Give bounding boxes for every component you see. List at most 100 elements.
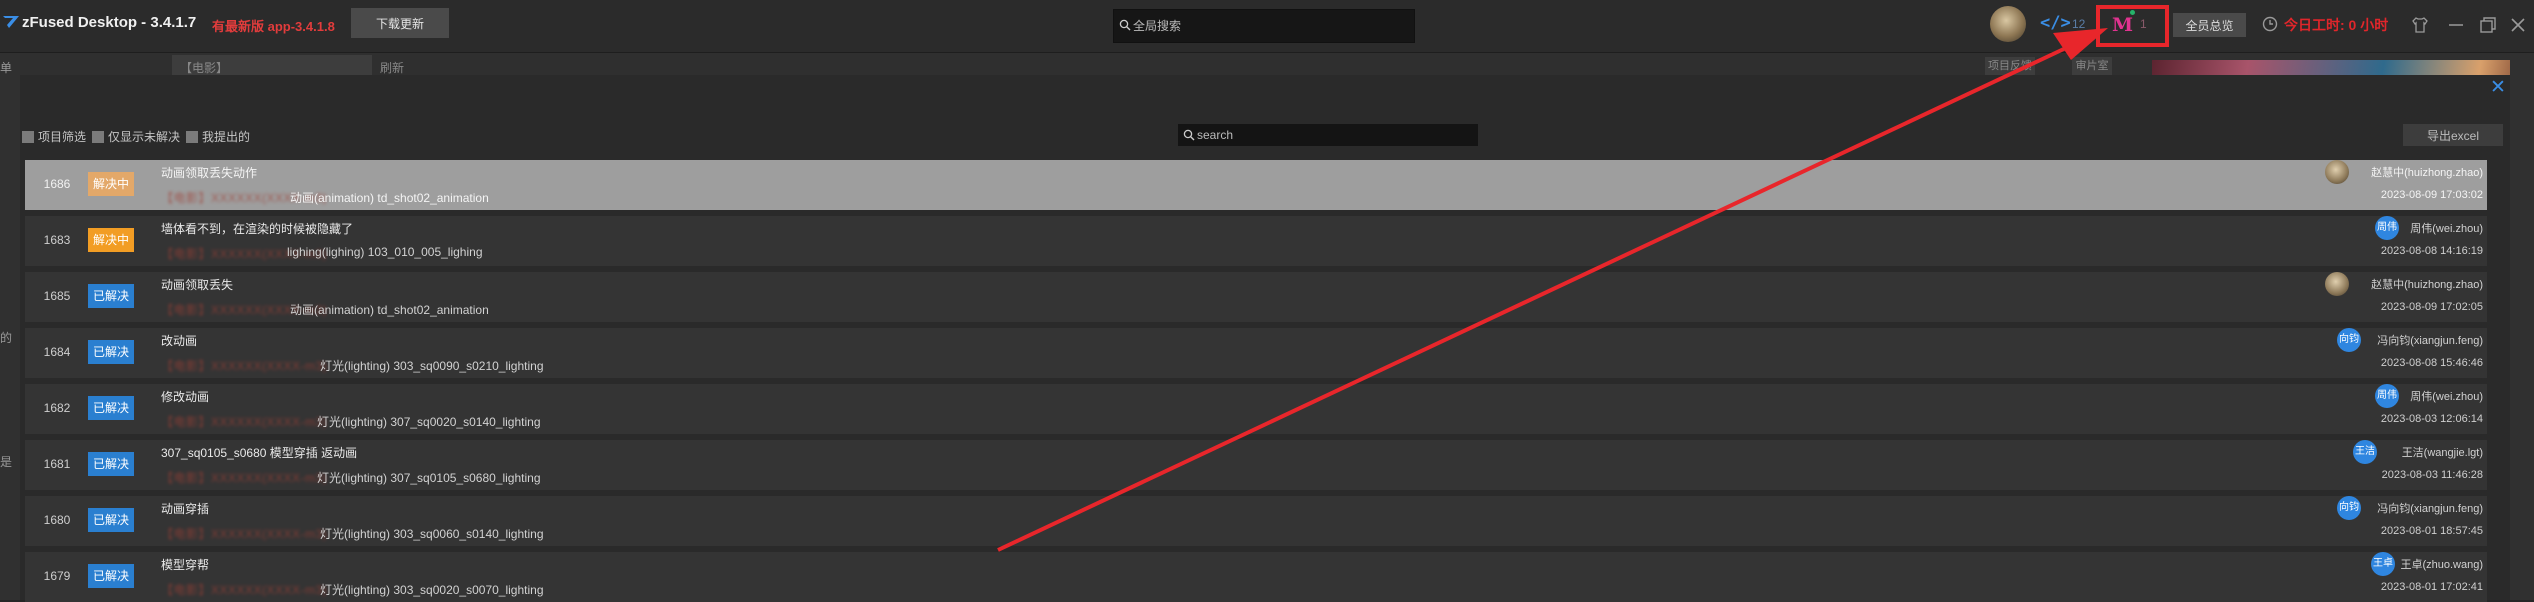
user-avatar: 周伟 <box>2375 216 2399 240</box>
message-count: 1 <box>2140 17 2147 31</box>
background-left-label: 是 <box>0 455 13 469</box>
row-title: 模型穿帮 <box>161 558 210 572</box>
feedback-row[interactable]: 1682 已解决 修改动画 【电影】XXXXXX(XXXX-m3) 灯光(lig… <box>25 384 2487 434</box>
row-id: 1679 <box>43 569 71 583</box>
row-title: 动画领取丢失动作 <box>161 166 258 180</box>
feedback-row[interactable]: 1681 已解决 307_sq0105_s0680 模型穿插 返动画 【电影】X… <box>25 440 2487 490</box>
global-search-input[interactable] <box>1133 10 1403 42</box>
feedback-row[interactable]: 1679 已解决 模型穿帮 【电影】XXXXXX(XXXX-m3) 灯光(lig… <box>25 552 2487 602</box>
row-project: 【电影】XXXXXX(XXXX-m3) <box>161 527 328 541</box>
filter-label: 项目筛选 <box>38 130 87 144</box>
user-avatar[interactable] <box>1990 6 2026 42</box>
clock-icon <box>2262 16 2278 32</box>
panel-close-icon[interactable]: ✕ <box>2489 78 2507 97</box>
status-badge: 已解决 <box>88 452 134 476</box>
export-excel-button[interactable]: 导出excel <box>2403 124 2503 146</box>
row-step: 灯光(lighting) 303_sq0090_s0210_lighting <box>320 359 544 373</box>
background-refresh-label: 刷新 <box>380 61 405 75</box>
user-avatar <box>2325 272 2349 296</box>
row-id: 1685 <box>43 289 71 303</box>
title-bar: zFused Desktop - 3.4.1.7 有最新版 app-3.4.1.… <box>0 0 2534 53</box>
row-id: 1684 <box>43 345 71 359</box>
close-window-icon[interactable] <box>2508 15 2528 35</box>
message-m-icon[interactable]: M <box>2112 14 2133 36</box>
panel-search-input[interactable] <box>1197 124 1473 146</box>
row-id: 1680 <box>43 513 71 527</box>
feedback-row[interactable]: 1680 已解决 动画穿插 【电影】XXXXXX(XXXX-m3) 灯光(lig… <box>25 496 2487 546</box>
row-step: 灯光(lighting) 303_sq0060_s0140_lighting <box>320 527 544 541</box>
row-id: 1686 <box>43 177 71 191</box>
status-badge: 已解决 <box>88 284 134 308</box>
status-badge: 已解决 <box>88 340 134 364</box>
user-avatar: 向钧 <box>2337 496 2361 520</box>
app-title: zFused Desktop - 3.4.1.7 <box>22 14 197 31</box>
feedback-row[interactable]: 1686 解决中 动画领取丢失动作 【电影】XXXXXX(XXXX-m3) 动画… <box>25 160 2487 210</box>
row-project: 【电影】XXXXXX(XXXX-m3) <box>161 471 328 485</box>
row-title: 动画领取丢失 <box>161 278 234 292</box>
notification-dot <box>2130 10 2135 15</box>
row-project: 【电影】XXXXXX(XXXX-m3) <box>161 415 328 429</box>
row-user: 王洁(wangjie.lgt) <box>2401 447 2483 459</box>
user-avatar: 王洁 <box>2353 440 2377 464</box>
background-feedback-button: 项目反馈 <box>1985 57 2035 75</box>
row-id: 1682 <box>43 401 71 415</box>
user-avatar: 向钧 <box>2337 328 2361 352</box>
filter-label: 我提出的 <box>202 130 251 144</box>
row-step: 灯光(lighting) 307_sq0105_s0680_lighting <box>317 471 541 485</box>
row-user: 周伟(wei.zhou) <box>2410 223 2483 235</box>
checkbox[interactable] <box>92 131 104 143</box>
row-title: 动画穿插 <box>161 502 210 516</box>
minimize-icon[interactable] <box>2446 15 2466 35</box>
row-time: 2023-08-01 17:02:41 <box>2380 581 2483 593</box>
row-project: 【电影】XXXXXX(XXXX-m3) <box>161 359 328 373</box>
row-id: 1681 <box>43 457 71 471</box>
search-icon <box>1119 19 1131 31</box>
filter-unresolved-only[interactable]: 仅显示未解决 <box>92 128 181 144</box>
row-step: lighing(lighing) 103_010_005_lighing <box>287 245 483 259</box>
row-time: 2023-08-03 12:06:14 <box>2380 413 2483 425</box>
row-time: 2023-08-08 15:46:46 <box>2380 357 2483 369</box>
maximize-icon[interactable] <box>2478 15 2498 35</box>
checkbox[interactable] <box>186 131 198 143</box>
status-badge: 已解决 <box>88 508 134 532</box>
row-user: 冯向钧(xiangjun.feng) <box>2377 335 2483 347</box>
row-id: 1683 <box>43 233 71 247</box>
global-search-box[interactable] <box>1113 9 1415 43</box>
user-avatar: 周伟 <box>2375 384 2399 408</box>
background-tab-label: 【电影】 <box>180 61 229 75</box>
background-left-label: 的 <box>0 331 13 345</box>
checkbox[interactable] <box>22 131 34 143</box>
row-step: 灯光(lighting) 303_sq0020_s0070_lighting <box>320 583 544 597</box>
row-project: 【电影】XXXXXX(XXXX-m3) <box>161 583 328 597</box>
feedback-row[interactable]: 1683 解决中 墙体看不到，在渲染的时候被隐藏了 【电影】XXXXXX(XXX… <box>25 216 2487 266</box>
filter-label: 仅显示未解决 <box>108 130 181 144</box>
row-title: 改动画 <box>161 334 198 348</box>
search-icon <box>1183 129 1195 141</box>
row-title: 修改动画 <box>161 390 210 404</box>
row-time: 2023-08-09 17:02:05 <box>2380 301 2483 313</box>
filter-raised-by-me[interactable]: 我提出的 <box>186 128 251 144</box>
row-step: 动画(animation) td_shot02_animation <box>290 303 489 317</box>
row-user: 周伟(wei.zhou) <box>2410 391 2483 403</box>
new-version-notice: 有最新版 app-3.4.1.8 <box>212 19 335 34</box>
app-logo-icon <box>3 16 19 28</box>
row-user: 冯向钧(xiangjun.feng) <box>2377 503 2483 515</box>
row-title: 墙体看不到，在渲染的时候被隐藏了 <box>161 222 354 236</box>
status-badge: 解决中 <box>88 172 134 196</box>
row-step: 灯光(lighting) 307_sq0020_s0140_lighting <box>317 415 541 429</box>
all-staff-overview-button[interactable]: 全员总览 <box>2173 13 2246 37</box>
row-title: 307_sq0105_s0680 模型穿插 返动画 <box>161 446 358 460</box>
row-time: 2023-08-08 14:16:19 <box>2380 245 2483 257</box>
background-left-label: 单 <box>0 61 13 75</box>
status-badge: 解决中 <box>88 228 134 252</box>
feedback-row[interactable]: 1684 已解决 改动画 【电影】XXXXXX(XXXX-m3) 灯光(ligh… <box>25 328 2487 378</box>
background-review-button: 审片室 <box>2072 57 2112 75</box>
code-icon[interactable]: </> <box>2040 13 2071 33</box>
panel-search-box[interactable] <box>1178 124 1478 146</box>
background-left-sidebar: 单 的 是 <box>0 53 20 600</box>
skin-shirt-icon[interactable] <box>2410 15 2430 35</box>
download-update-button[interactable]: 下载更新 <box>351 8 449 38</box>
filter-project[interactable]: 项目筛选 <box>22 128 87 144</box>
feedback-row[interactable]: 1685 已解决 动画领取丢失 【电影】XXXXXX(XXXX-m3) 动画(a… <box>25 272 2487 322</box>
row-user: 王卓(zhuo.wang) <box>2400 559 2483 571</box>
